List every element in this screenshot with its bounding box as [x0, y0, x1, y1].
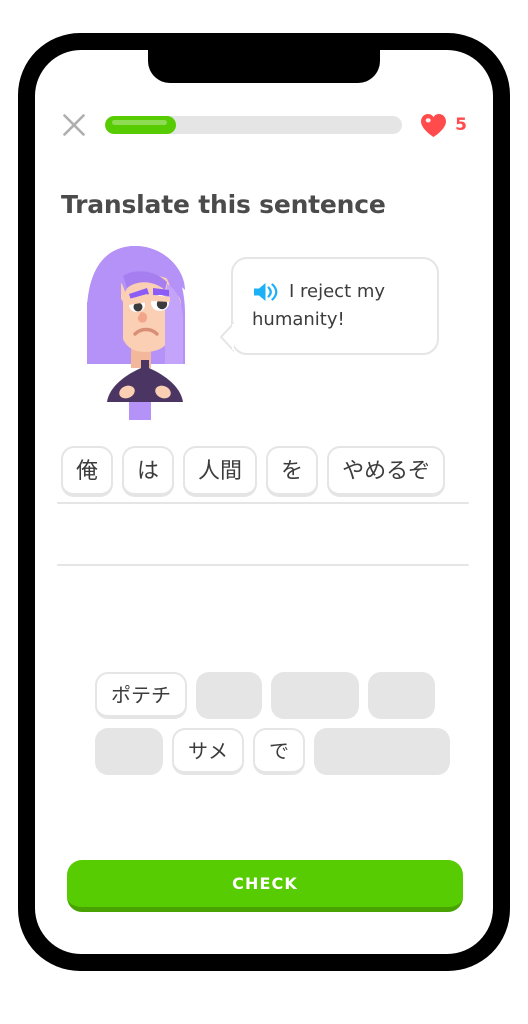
- bubble-text-line-1: I reject my: [289, 281, 386, 302]
- character-area: I reject my humanity!: [35, 240, 493, 420]
- source-word-tile[interactable]: は: [122, 446, 175, 498]
- hearts-indicator[interactable]: 5: [420, 113, 467, 138]
- close-icon[interactable]: [61, 112, 87, 138]
- progress-shine: [112, 119, 168, 125]
- page-title: Translate this sentence: [61, 190, 386, 219]
- word-bank: ポテチ サメで: [95, 672, 473, 784]
- source-word-tile[interactable]: を: [266, 446, 319, 498]
- source-word-tile[interactable]: やめるぞ: [327, 446, 446, 498]
- source-sentence-tiles: 俺は人間をやめるぞ: [61, 446, 493, 498]
- bubble-text-line-2: humanity!: [252, 308, 345, 330]
- answer-slot[interactable]: [57, 504, 469, 564]
- source-word-tile[interactable]: 俺: [61, 446, 114, 498]
- speech-bubble[interactable]: I reject my humanity!: [220, 257, 439, 355]
- word-bank-tile-used: [95, 728, 163, 775]
- phone-screen: 5 Translate this sentence I reject my hu…: [35, 50, 493, 954]
- bubble-line-1: I reject my: [252, 278, 419, 306]
- lesson-header: 5: [35, 108, 493, 142]
- lily-character: [87, 246, 185, 420]
- phone-frame: 5 Translate this sentence I reject my hu…: [18, 33, 510, 971]
- word-bank-row: ポテチ: [95, 672, 473, 719]
- speaker-icon[interactable]: [252, 281, 278, 303]
- heart-count: 5: [455, 114, 467, 135]
- word-bank-tile-used: [271, 672, 359, 719]
- answer-area[interactable]: [57, 502, 469, 566]
- word-bank-tile[interactable]: ポテチ: [95, 672, 187, 719]
- check-button[interactable]: CHECK: [67, 860, 463, 912]
- word-bank-row: サメで: [95, 728, 473, 775]
- answer-line: [57, 564, 469, 566]
- heart-icon: [421, 113, 447, 137]
- word-bank-tile-used: [314, 728, 450, 775]
- device-notch: [148, 50, 380, 83]
- progress-fill: [105, 116, 177, 134]
- bubble-line-2: humanity!: [252, 306, 419, 334]
- source-word-tile[interactable]: 人間: [183, 446, 258, 498]
- word-bank-tile[interactable]: サメ: [172, 728, 244, 775]
- word-bank-tile-used: [196, 672, 262, 719]
- lesson-progress-bar: [105, 116, 403, 134]
- word-bank-tile-used: [368, 672, 435, 719]
- word-bank-tile[interactable]: で: [253, 728, 305, 775]
- bubble-tail: [220, 322, 234, 352]
